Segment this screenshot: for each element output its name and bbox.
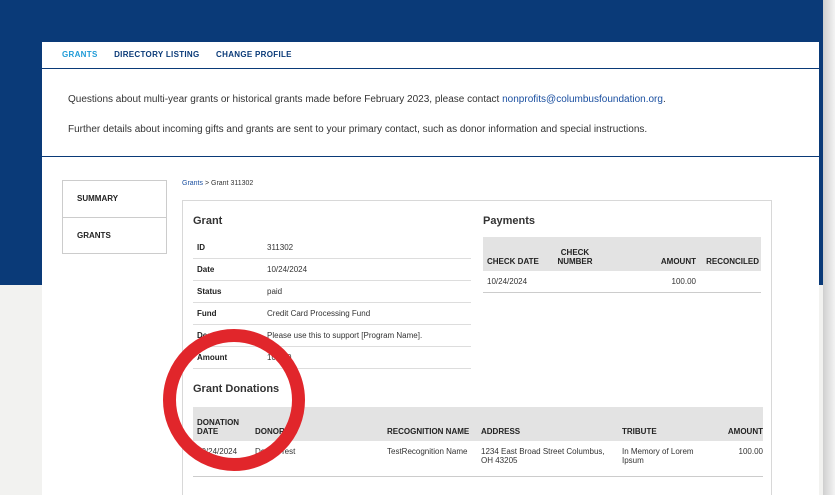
cell: In Memory of Lorem Ipsum [622, 447, 694, 465]
detail-row: ID 311302 [193, 237, 471, 259]
tab-grants[interactable]: GRANTS [62, 50, 98, 59]
cell: 100.00 [738, 447, 763, 456]
detail-row: Status paid [193, 281, 471, 303]
column-header: ADDRESS [481, 427, 521, 436]
payments-table: CHECK DATE CHECK NUMBER AMOUNT RECONCILE… [483, 237, 761, 293]
tab-change-profile[interactable]: CHANGE PROFILE [216, 50, 292, 59]
detail-value: 10/24/2024 [267, 265, 308, 274]
info-message-2: Further details about incoming gifts and… [68, 124, 648, 135]
column-header: CHECK NUMBER [557, 248, 593, 266]
breadcrumb-current: Grant 311302 [211, 180, 254, 187]
content-card: GRANTS DIRECTORY LISTING CHANGE PROFILE … [42, 42, 819, 495]
table-row: 10/24/2024 100.00 [483, 271, 761, 293]
detail-row: Date 10/24/2024 [193, 259, 471, 281]
detail-row: Fund Credit Card Processing Fund [193, 303, 471, 325]
cell: 100.00 [671, 277, 696, 286]
sidebar-item-grants[interactable]: GRANTS [63, 217, 166, 253]
breadcrumb-separator: > [203, 180, 211, 187]
detail-value: paid [267, 287, 283, 296]
cell: TestRecognition Name [387, 447, 468, 456]
tab-directory-listing[interactable]: DIRECTORY LISTING [114, 50, 199, 59]
detail-value: Please use this to support [Program Name… [267, 331, 423, 340]
sidebar-item-summary[interactable]: SUMMARY [63, 181, 166, 217]
column-header: TRIBUTE [622, 427, 657, 436]
message-text: Questions about multi-year grants or his… [68, 94, 503, 105]
info-message-1: Questions about multi-year grants or his… [68, 94, 666, 105]
nav-divider [42, 68, 819, 69]
cell: 1234 East Broad Street Columbus, OH 4320… [481, 447, 605, 465]
detail-label: Status [197, 287, 222, 296]
cell: 10/24/2024 [487, 277, 528, 286]
highlight-circle [163, 329, 305, 471]
detail-label: Date [197, 265, 215, 274]
top-nav: GRANTS DIRECTORY LISTING CHANGE PROFILE [62, 50, 306, 59]
email-link[interactable]: nonprofits@columbusfoundation.org [502, 94, 663, 105]
table-header: CHECK DATE CHECK NUMBER AMOUNT RECONCILE… [483, 237, 761, 271]
column-header: AMOUNT [660, 257, 696, 266]
breadcrumb-grants-link[interactable]: Grants [182, 180, 203, 187]
page-edge [823, 0, 835, 495]
detail-label: Fund [197, 309, 217, 318]
column-header: RECOGNITION NAME [387, 427, 470, 436]
payments-heading: Payments [483, 215, 535, 227]
message-divider [42, 156, 819, 157]
detail-label: ID [197, 243, 205, 252]
grant-heading: Grant [193, 215, 223, 227]
column-header: RECONCILED [706, 257, 759, 266]
detail-value: Credit Card Processing Fund [267, 309, 371, 318]
message-period: . [662, 94, 666, 105]
column-header: AMOUNT [727, 427, 763, 436]
breadcrumb: Grants > Grant 311302 [182, 180, 253, 187]
detail-value: 311302 [267, 243, 294, 252]
column-header: CHECK DATE [487, 257, 539, 266]
sidebar: SUMMARY GRANTS [62, 180, 167, 254]
